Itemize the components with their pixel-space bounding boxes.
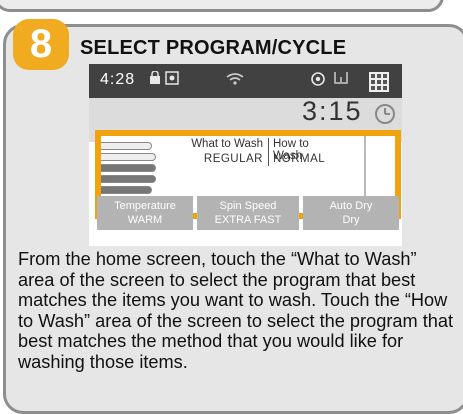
cycle-time-remaining: 3:15 xyxy=(302,96,363,126)
door-icon xyxy=(333,71,349,88)
spin-speed-value: EXTRA FAST xyxy=(214,214,282,226)
temperature-label: Temperature xyxy=(114,200,176,212)
menu-grid-icon[interactable] xyxy=(369,72,389,92)
power-icon[interactable] xyxy=(310,71,326,90)
temperature-value: WARM xyxy=(127,214,163,226)
spin-speed-option-button[interactable]: Spin Speed EXTRA FAST xyxy=(197,196,299,230)
temperature-option-button[interactable]: Temperature WARM xyxy=(97,196,193,230)
status-bar: 4:28 xyxy=(89,64,402,98)
wifi-icon[interactable] xyxy=(225,71,245,90)
lock-icon[interactable] xyxy=(149,70,161,88)
load-level-icon xyxy=(101,142,156,197)
how-to-wash-value: NORMAL xyxy=(273,153,326,165)
instructions-text: From the home screen, touch the “What to… xyxy=(18,249,454,372)
settings-icon[interactable] xyxy=(165,71,179,88)
delay-clock-icon[interactable] xyxy=(375,104,395,124)
step-number-badge: 8 xyxy=(13,19,69,70)
auto-dry-value: Dry xyxy=(342,214,360,226)
status-time: 4:28 xyxy=(100,71,136,88)
auto-dry-label: Auto Dry xyxy=(329,200,373,212)
how-to-wash-area[interactable]: How to Wash NORMAL xyxy=(183,136,326,176)
previous-step-card xyxy=(0,0,444,12)
step-title: SELECT PROGRAM/CYCLE xyxy=(80,37,347,59)
auto-dry-option-button[interactable]: Auto Dry Dry xyxy=(303,196,399,230)
spin-speed-label: Spin Speed xyxy=(219,200,277,212)
